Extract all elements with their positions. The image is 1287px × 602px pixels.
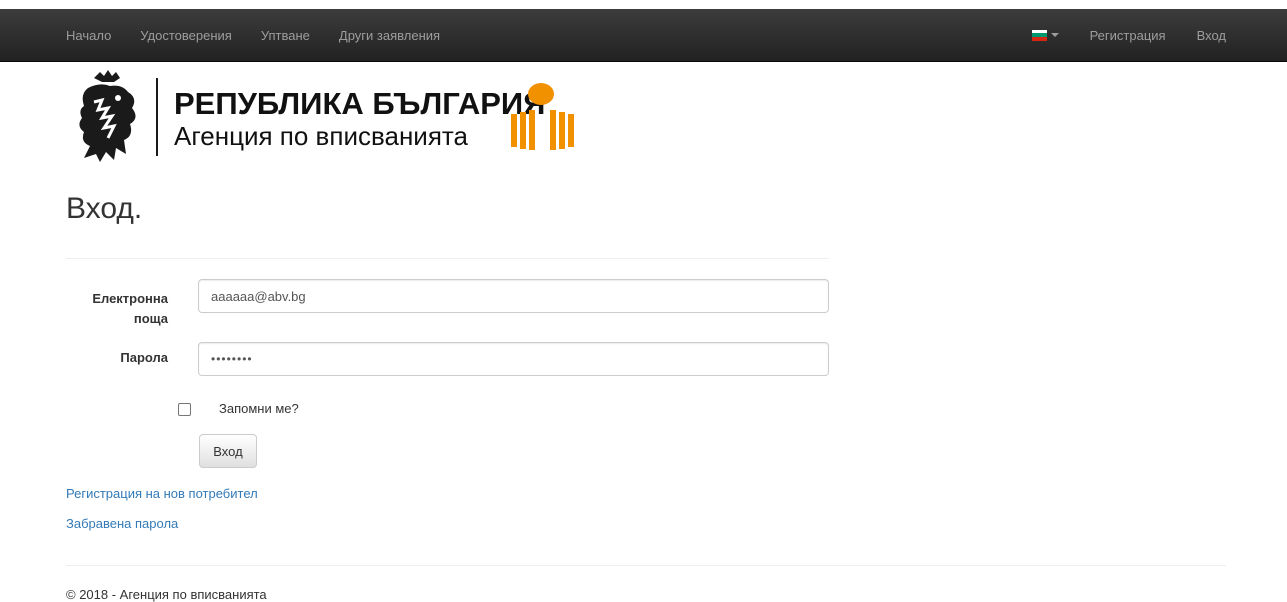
registry-agency-logo: РЕПУБЛИКА БЪЛГАРИЯ Агенция по вписваният…	[79, 70, 574, 162]
remember-me-checkbox[interactable]	[178, 403, 191, 416]
password-label: Парола	[120, 350, 168, 365]
email-label: Електронна поща	[92, 291, 168, 326]
logo-divider	[156, 78, 158, 156]
remember-me-label: Запомни ме?	[219, 401, 299, 416]
nav-login-link[interactable]: Вход	[1197, 28, 1226, 43]
top-navbar: Начало Удостоверения Уптване Други заявл…	[0, 9, 1287, 62]
bulgarian-flag-icon	[1031, 29, 1047, 41]
footer-copyright: © 2018 - Агенция по вписванията	[66, 587, 267, 602]
nav-other-applications-link[interactable]: Други заявления	[339, 28, 440, 43]
footer-divider	[66, 565, 1226, 566]
password-field[interactable]: ••••••••	[198, 342, 829, 376]
forgot-password-link[interactable]: Забравена парола	[66, 516, 178, 531]
email-field[interactable]	[198, 279, 829, 313]
nav-register-link[interactable]: Регистрация	[1090, 28, 1166, 43]
register-new-user-link[interactable]: Регистрация на нов потребител	[66, 486, 258, 501]
login-submit-button[interactable]: Вход	[199, 434, 257, 468]
caret-down-icon	[1050, 33, 1059, 37]
nav-left: Начало Удостоверения Уптване Други заявл…	[66, 9, 469, 61]
nav-certificates-link[interactable]: Удостоверения	[140, 28, 232, 43]
form-divider	[66, 258, 829, 259]
language-dropdown[interactable]	[1031, 29, 1059, 41]
logo-line1: РЕПУБЛИКА БЪЛГАРИЯ	[174, 86, 545, 121]
page-title: Вход.	[66, 192, 143, 225]
nav-inquiry-link[interactable]: Уптване	[261, 28, 310, 43]
coat-of-arms-lion-icon	[79, 70, 136, 162]
nav-home-link[interactable]: Начало	[66, 28, 111, 43]
logo-line2: Агенция по вписванията	[174, 121, 469, 151]
nav-right: Регистрация Вход	[1031, 9, 1226, 61]
